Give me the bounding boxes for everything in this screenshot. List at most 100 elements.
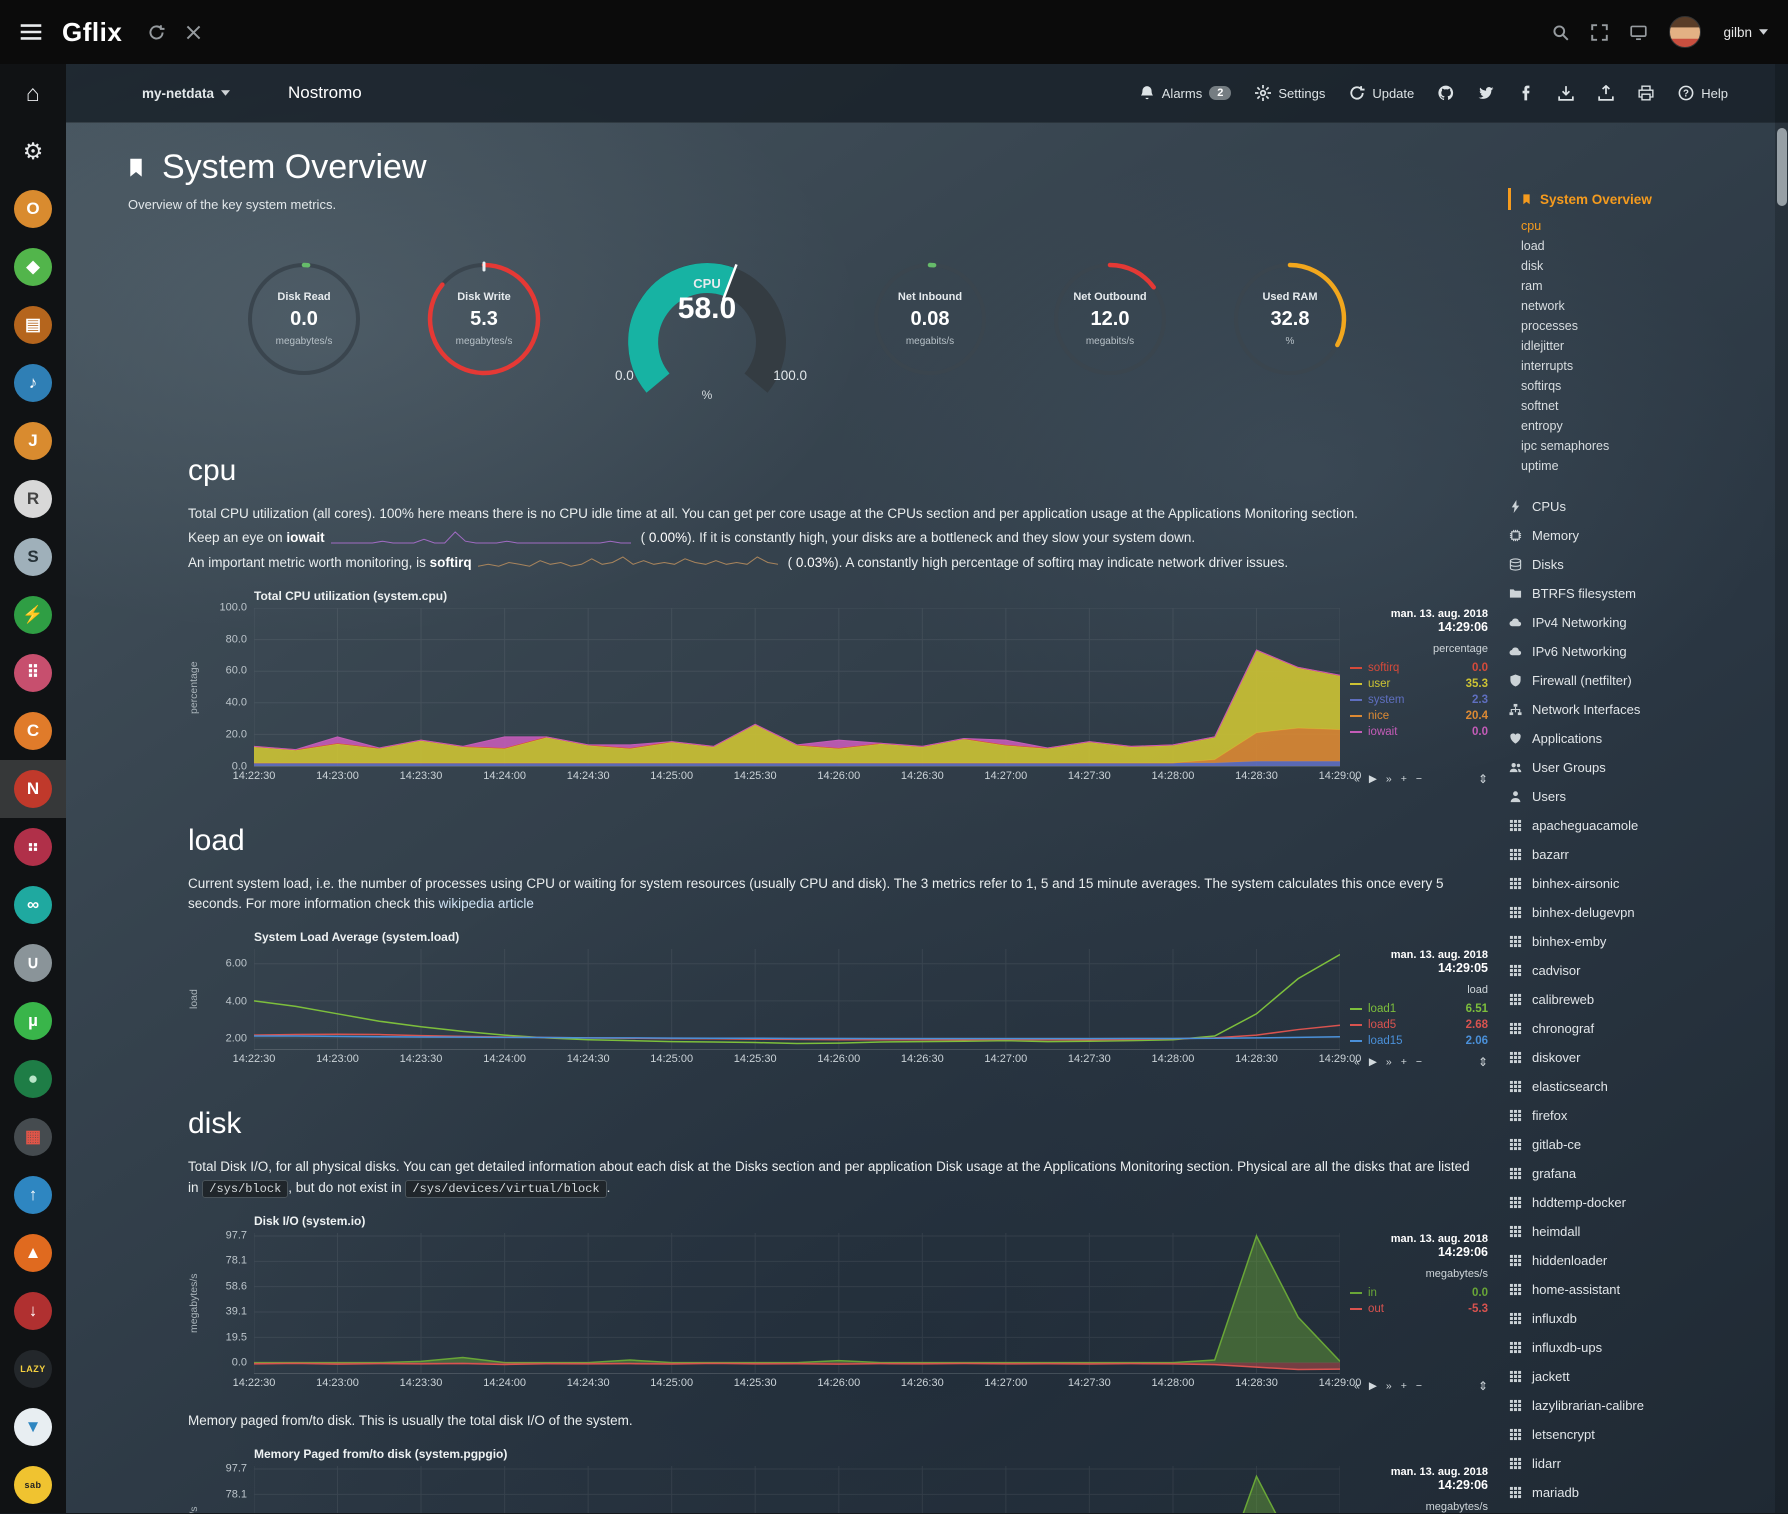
menu-section[interactable]: heimdall: [1508, 1217, 1748, 1246]
search-icon[interactable]: [1552, 24, 1569, 41]
menu-subitem[interactable]: interrupts: [1521, 356, 1748, 376]
chart-zoom-in-button[interactable]: +: [1401, 773, 1407, 785]
close-icon[interactable]: [185, 24, 202, 41]
rail-app-button[interactable]: N: [0, 760, 66, 818]
menu-section[interactable]: jackett: [1508, 1362, 1748, 1391]
print-icon[interactable]: [1638, 85, 1654, 101]
chart-pan-right-button[interactable]: »: [1386, 1056, 1392, 1068]
menu-section[interactable]: CPUs: [1508, 492, 1748, 521]
chart-plot[interactable]: [254, 1233, 1340, 1374]
server-dropdown[interactable]: my-netdata: [142, 86, 230, 101]
rail-app-button[interactable]: ∞: [0, 876, 66, 934]
menu-section[interactable]: Network Interfaces: [1508, 695, 1748, 724]
legend-item[interactable]: in 0.0: [1350, 1285, 1488, 1301]
rail-app-button[interactable]: ⌂: [0, 64, 66, 122]
menu-subitem[interactable]: idlejitter: [1521, 336, 1748, 356]
gauge[interactable]: Disk Read 0.0 megabytes/s: [229, 260, 379, 408]
rail-app-button[interactable]: ↓: [0, 1282, 66, 1340]
menu-subitem[interactable]: softirqs: [1521, 376, 1748, 396]
wikipedia-link[interactable]: wikipedia article: [439, 896, 534, 911]
menu-section[interactable]: Applications: [1508, 724, 1748, 753]
chart-resize-handle[interactable]: ⇕: [1478, 772, 1488, 786]
rail-app-button[interactable]: ◆: [0, 238, 66, 296]
legend-item[interactable]: user 35.3: [1350, 676, 1488, 692]
menu-subitem[interactable]: ipc semaphores: [1521, 436, 1748, 456]
chart-zoom-out-button[interactable]: −: [1416, 773, 1422, 785]
menu-subitem[interactable]: entropy: [1521, 416, 1748, 436]
menu-current-section[interactable]: System Overview: [1508, 188, 1748, 210]
menu-section[interactable]: influxdb-ups: [1508, 1333, 1748, 1362]
legend-item[interactable]: load5 2.68: [1350, 1017, 1488, 1033]
legend-item[interactable]: load1 6.51: [1350, 1001, 1488, 1017]
menu-section[interactable]: bazarr: [1508, 840, 1748, 869]
rail-app-button[interactable]: LAZY: [0, 1340, 66, 1398]
chart-play-button[interactable]: ▶: [1369, 1056, 1377, 1068]
facebook-icon[interactable]: [1518, 85, 1534, 101]
chart-zoom-out-button[interactable]: −: [1416, 1056, 1422, 1068]
menu-section[interactable]: home-assistant: [1508, 1275, 1748, 1304]
menu-section[interactable]: BTRFS filesystem: [1508, 579, 1748, 608]
menu-section[interactable]: grafana: [1508, 1159, 1748, 1188]
menu-section[interactable]: lazylibrarian-calibre: [1508, 1391, 1748, 1420]
chart-zoom-in-button[interactable]: +: [1401, 1380, 1407, 1392]
menu-subitem[interactable]: processes: [1521, 316, 1748, 336]
rail-app-button[interactable]: J: [0, 412, 66, 470]
chart-resize-handle[interactable]: ⇕: [1478, 1055, 1488, 1069]
legend-item[interactable]: softirq 0.0: [1350, 660, 1488, 676]
menu-subitem[interactable]: ram: [1521, 276, 1748, 296]
menu-subitem[interactable]: softnet: [1521, 396, 1748, 416]
chart-plot[interactable]: [254, 608, 1340, 767]
menu-section[interactable]: influxdb: [1508, 1304, 1748, 1333]
menu-section[interactable]: monitorr: [1508, 1507, 1748, 1513]
rail-app-button[interactable]: S: [0, 528, 66, 586]
rail-app-button[interactable]: ▼: [0, 1398, 66, 1456]
legend-item[interactable]: system 2.3: [1350, 692, 1488, 708]
menu-section[interactable]: chronograf: [1508, 1014, 1748, 1043]
chart-pan-right-button[interactable]: »: [1386, 1380, 1392, 1392]
menu-section[interactable]: cadvisor: [1508, 956, 1748, 985]
settings-button[interactable]: Settings: [1255, 85, 1325, 101]
hamburger-menu-icon[interactable]: [20, 23, 42, 41]
menu-subitem[interactable]: uptime: [1521, 456, 1748, 476]
legend-item[interactable]: iowait 0.0: [1350, 724, 1488, 740]
scrollbar-thumb[interactable]: [1777, 128, 1787, 206]
rail-app-button[interactable]: ⠿: [0, 644, 66, 702]
menu-section[interactable]: User Groups: [1508, 753, 1748, 782]
update-button[interactable]: Update: [1349, 85, 1414, 101]
fullscreen-icon[interactable]: [1591, 24, 1608, 41]
chart-zoom-in-button[interactable]: +: [1401, 1056, 1407, 1068]
rail-app-button[interactable]: ⠶: [0, 818, 66, 876]
menu-section[interactable]: Users: [1508, 782, 1748, 811]
refresh-icon[interactable]: [148, 24, 165, 41]
menu-section[interactable]: lidarr: [1508, 1449, 1748, 1478]
chart-zoom-out-button[interactable]: −: [1416, 1380, 1422, 1392]
rail-app-button[interactable]: µ: [0, 992, 66, 1050]
menu-subitem[interactable]: disk: [1521, 256, 1748, 276]
alarms-button[interactable]: Alarms 2: [1139, 85, 1232, 101]
chart-pan-right-button[interactable]: »: [1386, 773, 1392, 785]
menu-section[interactable]: hiddenloader: [1508, 1246, 1748, 1275]
menu-section[interactable]: IPv4 Networking: [1508, 608, 1748, 637]
menu-section[interactable]: IPv6 Networking: [1508, 637, 1748, 666]
monitor-icon[interactable]: [1630, 24, 1647, 41]
menu-subitem[interactable]: load: [1521, 236, 1748, 256]
menu-section[interactable]: Memory: [1508, 521, 1748, 550]
github-icon[interactable]: [1438, 85, 1454, 101]
gauge[interactable]: CPU 58.0 % 0.0100.0: [589, 250, 825, 418]
menu-section[interactable]: mariadb: [1508, 1478, 1748, 1507]
rail-app-button[interactable]: O: [0, 180, 66, 238]
menu-subitem[interactable]: cpu: [1521, 216, 1748, 236]
gauge[interactable]: Net Inbound 0.08 megabits/s: [855, 260, 1005, 408]
menu-section[interactable]: elasticsearch: [1508, 1072, 1748, 1101]
chart-play-button[interactable]: ▶: [1369, 1380, 1377, 1392]
chart-play-button[interactable]: ▶: [1369, 773, 1377, 785]
legend-item[interactable]: out -5.3: [1350, 1301, 1488, 1317]
twitter-icon[interactable]: [1478, 85, 1494, 101]
rail-app-button[interactable]: ▤: [0, 296, 66, 354]
menu-section[interactable]: binhex-airsonic: [1508, 869, 1748, 898]
menu-section[interactable]: Firewall (netfilter): [1508, 666, 1748, 695]
rail-app-button[interactable]: ●: [0, 1050, 66, 1108]
rail-app-button[interactable]: ▦: [0, 1108, 66, 1166]
avatar[interactable]: [1669, 16, 1701, 48]
user-menu[interactable]: gilbn: [1723, 25, 1768, 40]
